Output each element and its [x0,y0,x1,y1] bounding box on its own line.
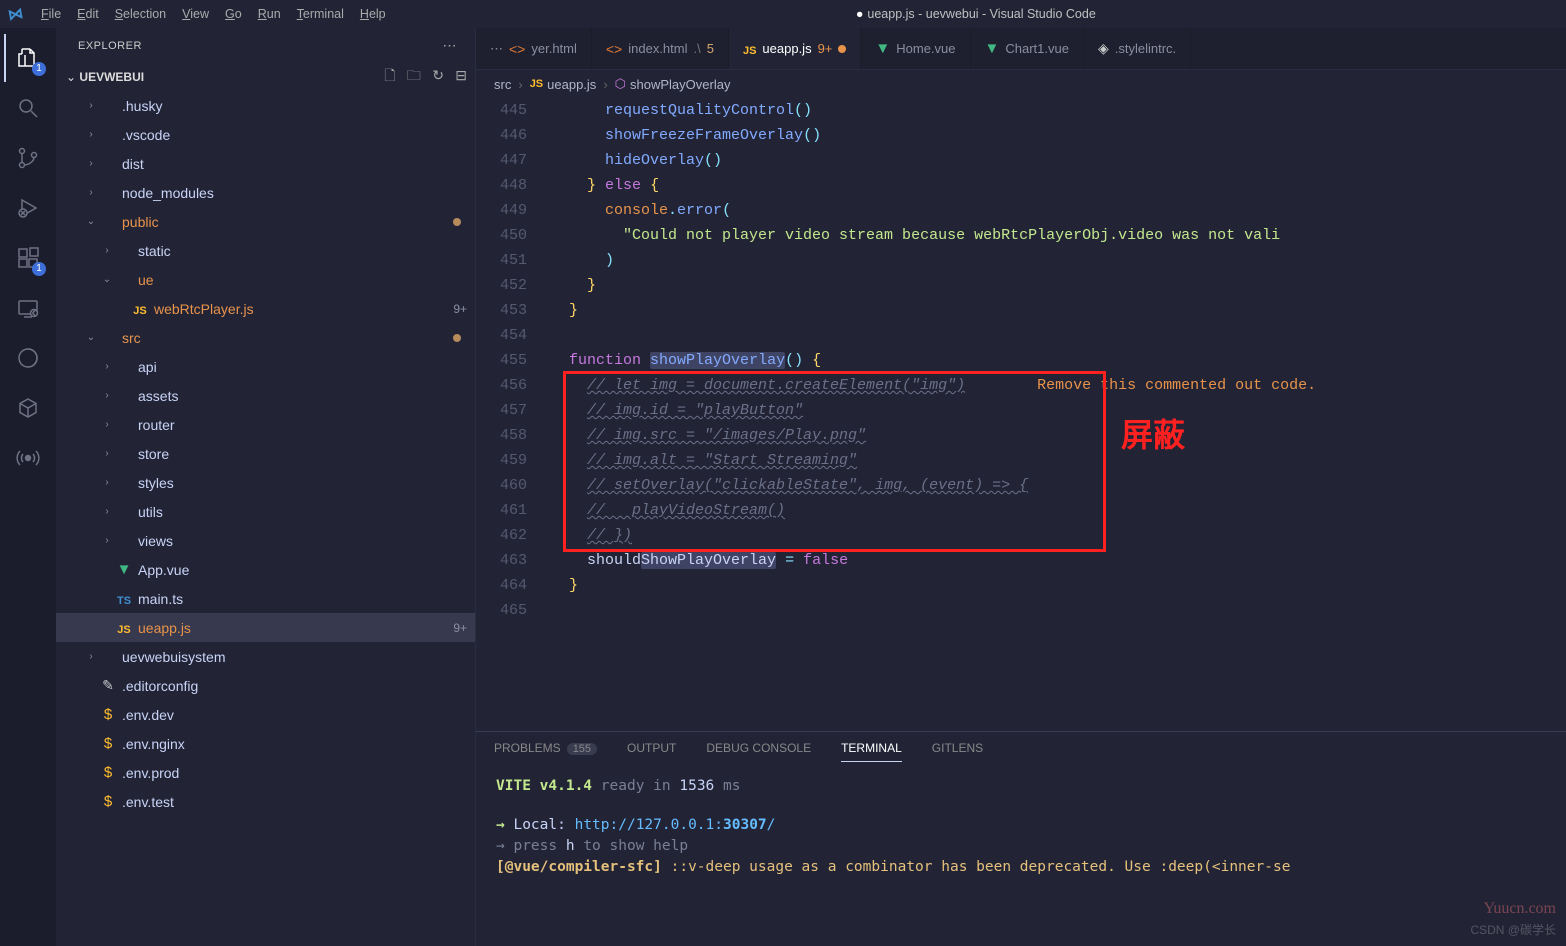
tree-item[interactable]: JS ueapp.js 9+ [56,613,475,642]
editor-area: ⋯ <> yer.html <> index.html .\ 5 JS ueap… [476,28,1566,946]
editor-tab[interactable]: ◈ .stylelintrc. [1084,28,1191,69]
panel-tab-debug-console[interactable]: DEBUG CONSOLE [706,741,811,761]
menu-terminal[interactable]: Terminal [289,7,352,21]
tree-item[interactable]: $ .env.test [56,787,475,816]
editor-tabs: ⋯ <> yer.html <> index.html .\ 5 JS ueap… [476,28,1566,70]
explorer-icon[interactable]: 1 [4,34,52,82]
explorer-sidebar: EXPLORER ⋯ ⌄ UEVWEBUI 🗋 🗀 ↻ ⊟ › .husky ›… [56,28,476,946]
tree-item[interactable]: $ .env.nginx [56,729,475,758]
tree-item[interactable]: › uevwebuisystem [56,642,475,671]
activity-bar: 1 1 [0,28,56,946]
tree-item[interactable]: JS webRtcPlayer.js 9+ [56,294,475,323]
file-tree: › .husky › .vscode › dist › node_modules… [56,91,475,946]
search-icon[interactable] [4,84,52,132]
tree-item[interactable]: › node_modules [56,178,475,207]
menu-selection[interactable]: Selection [107,7,174,21]
package-icon[interactable] [4,384,52,432]
annotation: 屏蔽 [1121,423,1185,448]
collapse-icon[interactable]: ⊟ [455,67,467,83]
tree-item[interactable]: › static [56,236,475,265]
menu-go[interactable]: Go [217,7,250,21]
menu-run[interactable]: Run [250,7,289,21]
tree-item[interactable]: $ .env.prod [56,758,475,787]
remote-icon[interactable] [4,284,52,332]
tree-item[interactable]: › .vscode [56,120,475,149]
source-control-icon[interactable] [4,134,52,182]
menu-file[interactable]: File [33,7,69,21]
tree-item[interactable]: $ .env.dev [56,700,475,729]
tree-item[interactable]: ▼ App.vue [56,555,475,584]
tree-item[interactable]: › assets [56,381,475,410]
tree-item[interactable]: ⌄ ue [56,265,475,294]
panel-tab-output[interactable]: OUTPUT [627,741,676,761]
sidebar-title: EXPLORER ⋯ [56,28,475,63]
tree-item[interactable]: › .husky [56,91,475,120]
menubar: ⋈ FileEditSelectionViewGoRunTerminalHelp… [0,0,1566,28]
tree-item[interactable]: ⌄ public [56,207,475,236]
panel-tab-gitlens[interactable]: GITLENS [932,741,983,761]
tree-item[interactable]: TS main.ts [56,584,475,613]
menu-view[interactable]: View [174,7,217,21]
new-folder-icon[interactable]: 🗀 [407,67,421,83]
testing-icon[interactable] [4,334,52,382]
extensions-icon[interactable]: 1 [4,234,52,282]
menu-edit[interactable]: Edit [69,7,107,21]
live-icon[interactable] [4,434,52,482]
refresh-icon[interactable]: ↻ [432,67,444,83]
panel-tab-terminal[interactable]: TERMINAL [841,741,902,762]
extensions-badge: 1 [32,262,46,276]
project-header[interactable]: ⌄ UEVWEBUI 🗋 🗀 ↻ ⊟ [56,63,475,91]
tree-item[interactable]: › router [56,410,475,439]
editor-tab[interactable]: ⋯ <> yer.html [476,28,592,69]
explorer-badge: 1 [32,62,46,76]
panel-tab-problems[interactable]: PROBLEMS155 [494,741,597,761]
terminal-output[interactable]: VITE v4.1.4 ready in 1536 ms → Local: ht… [476,770,1566,946]
editor-tab[interactable]: ▼ Chart1.vue [971,28,1084,69]
code-editor[interactable]: 4454464474484494504514524534544554564574… [476,98,1566,731]
editor-tab[interactable]: ▼ Home.vue [861,28,970,69]
tree-item[interactable]: › styles [56,468,475,497]
panel-tabs: PROBLEMS155 OUTPUT DEBUG CONSOLE TERMINAL GI… [476,732,1566,770]
window-title: ●ueapp.js - uevwebui - Visual Studio Cod… [394,7,1558,21]
vscode-logo-icon: ⋈ [7,4,25,24]
tree-item[interactable]: › utils [56,497,475,526]
tree-item[interactable]: › store [56,439,475,468]
tree-item[interactable]: ⌄ src [56,323,475,352]
more-icon[interactable]: ⋯ [443,37,458,53]
tree-item[interactable]: › api [56,352,475,381]
tree-item[interactable]: ✎ .editorconfig [56,671,475,700]
editor-tab[interactable]: <> index.html .\ 5 [592,28,729,69]
breadcrumb[interactable]: src› JS ueapp.js› ⬡ showPlayOverlay [476,70,1566,98]
tree-item[interactable]: › views [56,526,475,555]
debug-icon[interactable] [4,184,52,232]
tree-item[interactable]: › dist [56,149,475,178]
menu-help[interactable]: Help [352,7,394,21]
new-file-icon[interactable]: 🗋 [384,67,395,83]
editor-tab[interactable]: JS ueapp.js 9+ [729,28,861,69]
bottom-panel: PROBLEMS155 OUTPUT DEBUG CONSOLE TERMINAL GI… [476,731,1566,946]
